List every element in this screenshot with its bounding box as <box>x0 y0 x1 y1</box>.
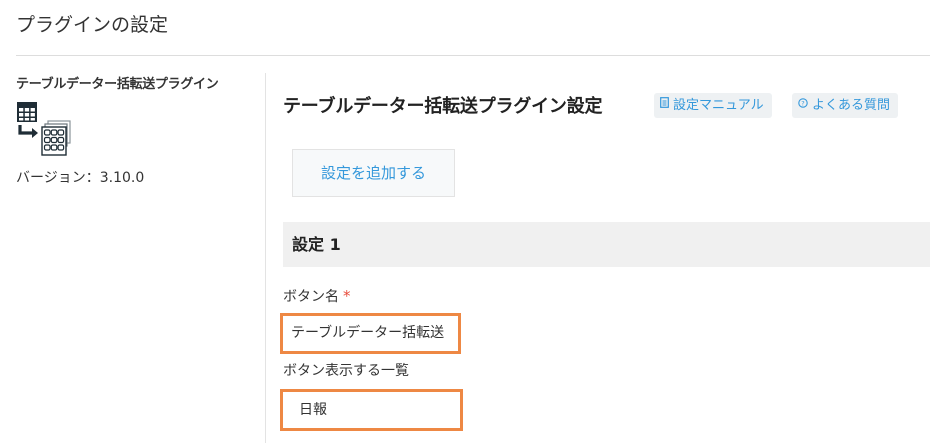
add-setting-button[interactable]: 設定を追加する <box>292 149 455 197</box>
required-mark: * <box>343 287 351 305</box>
plugin-version: バージョン：3.10.0 <box>16 170 145 186</box>
manual-link[interactable]: 設定マニュアル <box>654 93 772 118</box>
button-name-label-text: ボタン名 <box>283 289 339 305</box>
table-transfer-icon <box>16 101 72 157</box>
sidebar-plugin-name: テーブルデーター括転送プラグイン <box>16 77 219 92</box>
settings-title: テーブルデーター括転送プラグイン設定 <box>283 96 603 117</box>
faq-link[interactable]: ? よくある質問 <box>792 93 899 119</box>
button-name-label: ボタン名 * <box>283 286 351 306</box>
button-views-label: ボタン表示する一覧 <box>283 363 409 379</box>
help-circle-icon: ? <box>798 94 808 119</box>
header-divider <box>16 55 930 56</box>
faq-link-label: よくある質問 <box>812 98 891 113</box>
vertical-divider <box>265 73 266 443</box>
plugin-sidebar: テーブルデーター括転送プラグイン バージョン：3.10.0 <box>16 73 256 186</box>
document-icon <box>660 94 669 119</box>
button-views-select[interactable]: 日報 <box>280 389 463 431</box>
svg-text:?: ? <box>801 100 804 108</box>
button-name-input[interactable]: テーブルデーター括転送 <box>280 313 461 354</box>
setting-section-header: 設定 1 <box>283 222 930 267</box>
page-title: プラグインの設定 <box>16 14 169 36</box>
manual-link-label: 設定マニュアル <box>673 98 764 113</box>
